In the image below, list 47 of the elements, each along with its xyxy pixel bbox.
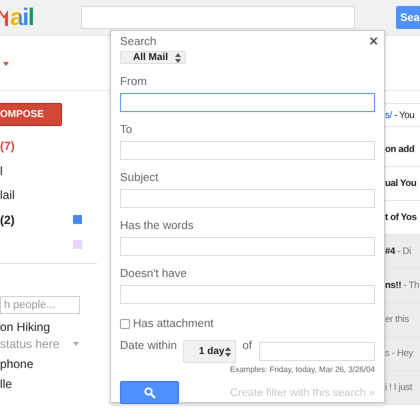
field-label: Has the words [120,220,194,232]
contact-name[interactable]: lle [0,376,110,390]
mail-row[interactable]: #4 - Di [385,235,420,269]
field-label: Subject [120,172,158,184]
contact-name[interactable]: on Hiking [0,320,110,334]
label-link[interactable]: lail [0,188,15,202]
mail-text: s - Hey [385,348,413,359]
input-field[interactable] [120,93,375,112]
hint-text: Examples: Friday, today, Mar 26, 3/26/04 [230,365,375,374]
mail-text: on add [385,144,414,155]
mail-row[interactable]: s - Hey [385,337,420,371]
close-button[interactable]: × [369,33,378,50]
mail-text: er this [385,314,409,325]
mail-row[interactable]: i ! I just [385,371,420,405]
field-label: of [242,340,252,352]
mail-text: #4 - Di [385,246,411,257]
label-link[interactable]: (2) [0,212,15,227]
logo-icon[interactable] [0,8,8,28]
field-label: Search [120,36,156,48]
mail-text: ns!! - Th [385,280,420,291]
mail-row[interactable]: ns!! - Th [385,269,420,303]
date-range-dropdown[interactable]: 1 day [182,340,236,363]
field-label: To [120,124,132,136]
mail-text: t of Yos [385,212,417,223]
label-link[interactable]: (7) [0,139,15,154]
mail-text: ual You [385,178,416,189]
caret-icon[interactable] [73,342,80,346]
date-field[interactable] [259,342,375,361]
search-field[interactable] [80,6,355,29]
contact-name[interactable]: phone [0,356,110,370]
field-label: Doesn't have [120,268,187,280]
caret-icon[interactable] [3,62,9,66]
checkbox-label[interactable]: Has attachment [133,318,214,330]
field-label: From [120,76,147,88]
field-label: Date within [120,340,177,352]
mail-text: i ! I just [385,382,412,393]
mail-row[interactable]: er this [385,303,420,337]
search-icon [144,386,156,398]
up-down-arrows-icon [175,52,181,62]
mail-text: s/ - You [385,110,414,120]
search-button[interactable] [120,381,179,404]
scope-dropdown[interactable]: All Mail [120,51,186,64]
compose-button[interactable]: OMPOSE [0,103,62,126]
checkbox[interactable] [120,319,130,329]
up-down-arrows-icon [225,346,232,356]
people-search-field[interactable]: h people... [0,296,80,314]
label-link[interactable]: l [0,164,3,178]
